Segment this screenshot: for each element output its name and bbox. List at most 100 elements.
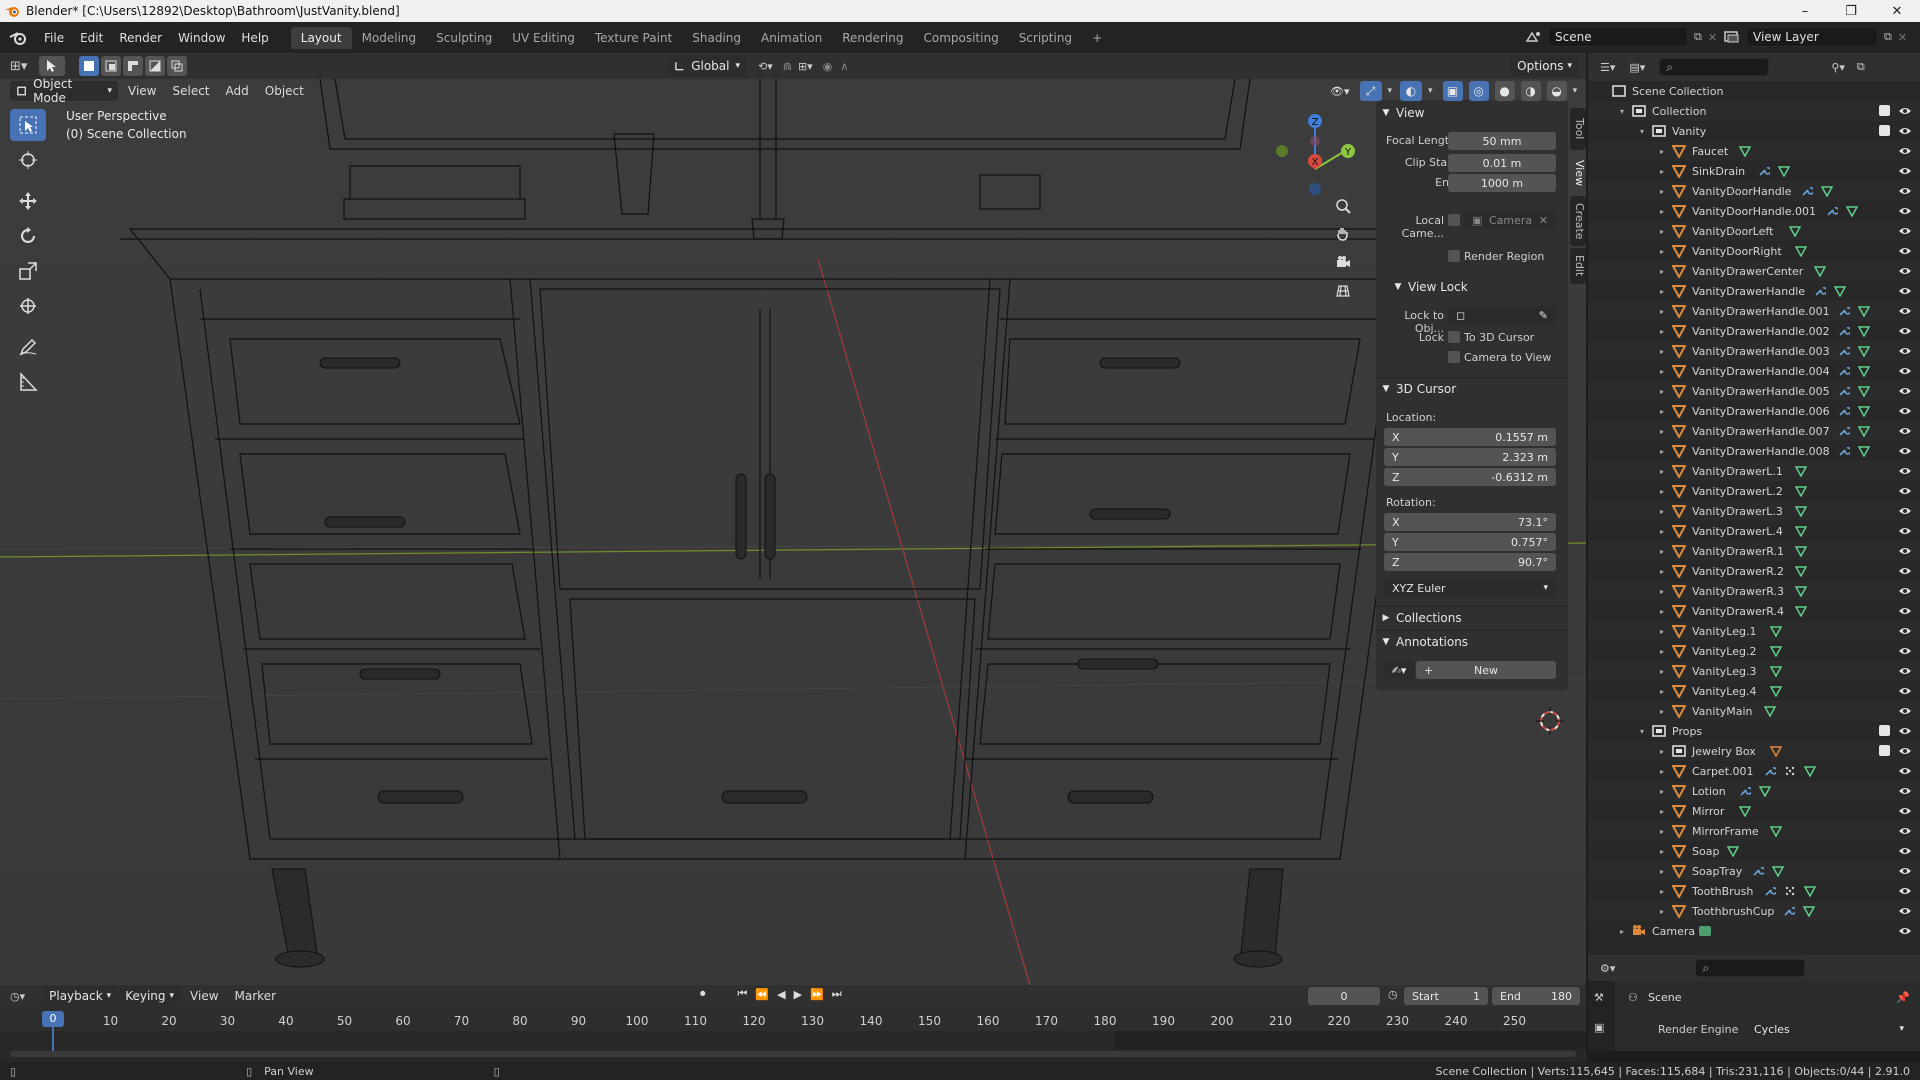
navigation-gizmo[interactable]: Z Y X: [1270, 109, 1360, 199]
outliner-row[interactable]: ▸ Soap: [1588, 841, 1920, 861]
eye-visibility-icon[interactable]: [1898, 666, 1912, 676]
outliner-row[interactable]: ▸ VanityDrawerL.4: [1588, 521, 1920, 541]
eye-visibility-icon[interactable]: [1898, 506, 1912, 516]
transform-tool[interactable]: [10, 290, 46, 322]
collapsed-arrow-icon[interactable]: ▸: [1660, 807, 1664, 816]
mode-dropdown[interactable]: Object Mode ▾: [10, 77, 118, 105]
outliner-row[interactable]: ▸ VanityLeg.1: [1588, 621, 1920, 641]
mesh-data-icon[interactable]: [1770, 685, 1783, 697]
cursor-location-z-field[interactable]: Z -0.6312 m: [1384, 468, 1556, 486]
mesh-data-icon[interactable]: [1858, 385, 1871, 397]
eye-visibility-icon[interactable]: [1898, 826, 1912, 836]
outliner-row[interactable]: ▸ VanityDrawerR.2: [1588, 561, 1920, 581]
modifier-wrench-icon[interactable]: [1838, 345, 1851, 357]
play-icon[interactable]: ▶: [794, 988, 802, 1001]
tab-rendering[interactable]: Rendering: [832, 27, 913, 49]
outliner-editor-type-icon[interactable]: ☰▾: [1600, 61, 1615, 74]
outliner-row[interactable]: ▸ Mirror: [1588, 801, 1920, 821]
eye-visibility-icon[interactable]: [1898, 186, 1912, 196]
mesh-data-icon[interactable]: [1759, 785, 1772, 797]
outliner-row[interactable]: ▾ Collection: [1588, 101, 1920, 121]
collapsed-arrow-icon[interactable]: ▸: [1660, 147, 1664, 156]
eye-visibility-icon[interactable]: [1898, 726, 1912, 736]
outliner-row[interactable]: ▸ VanityDrawerHandle.002: [1588, 321, 1920, 341]
eye-visibility-icon[interactable]: [1898, 926, 1912, 936]
xray-toggle-icon[interactable]: ▣: [1442, 81, 1463, 101]
collapsed-arrow-icon[interactable]: ▸: [1660, 207, 1664, 216]
modifier-wrench-icon[interactable]: [1752, 865, 1764, 877]
view-layer-selector[interactable]: View Layer: [1746, 27, 1878, 47]
collapsed-arrow-icon[interactable]: ▸: [1660, 707, 1664, 716]
eye-visibility-icon[interactable]: [1898, 166, 1912, 176]
viewport-menu-add[interactable]: Add: [218, 84, 257, 98]
timeline-menu-marker[interactable]: Marker: [227, 989, 284, 1003]
outliner-row[interactable]: ▸ VanityDrawerHandle.006: [1588, 401, 1920, 421]
keying-menu[interactable]: Keying ▾: [119, 986, 181, 1006]
outliner-row[interactable]: Scene Collection: [1588, 81, 1920, 101]
tab-uv-editing[interactable]: UV Editing: [502, 27, 585, 49]
particle-system-icon[interactable]: [1784, 885, 1796, 897]
eye-visibility-icon[interactable]: [1898, 746, 1912, 756]
properties-search-input[interactable]: ⌕: [1695, 959, 1806, 977]
collapsed-arrow-icon[interactable]: ▸: [1660, 347, 1664, 356]
modifier-wrench-icon[interactable]: [1814, 285, 1826, 297]
eye-visibility-icon[interactable]: [1898, 686, 1912, 696]
outliner-row[interactable]: ▸ ToothbrushCup: [1588, 901, 1920, 921]
lock-to-object-field[interactable]: ◻ ✎: [1448, 306, 1556, 324]
modifier-wrench-icon[interactable]: [1801, 185, 1814, 197]
mesh-data-icon[interactable]: [1770, 645, 1783, 657]
mesh-data-icon[interactable]: [1846, 205, 1858, 217]
snap-target-icon[interactable]: ⊞▾: [798, 60, 813, 73]
collapsed-arrow-icon[interactable]: ▸: [1660, 907, 1664, 916]
3d-viewport[interactable]: User Perspective (0) Scene Collection Z …: [0, 79, 1586, 1070]
close-button[interactable]: ✕: [1874, 0, 1920, 22]
exclude-checkbox[interactable]: [1879, 725, 1890, 736]
outliner-row[interactable]: ▸ VanityDrawerHandle.003: [1588, 341, 1920, 361]
cursor-tool[interactable]: [10, 144, 46, 176]
maximize-button[interactable]: ❐: [1828, 0, 1874, 22]
mesh-data-icon[interactable]: [1795, 245, 1807, 257]
collapsed-arrow-icon[interactable]: ▸: [1660, 627, 1664, 636]
eye-visibility-icon[interactable]: [1898, 846, 1912, 856]
view-section-header[interactable]: ▼ View: [1376, 102, 1568, 124]
outliner-row[interactable]: ▸ VanityDrawerR.4: [1588, 601, 1920, 621]
menu-render[interactable]: Render: [111, 28, 170, 48]
collapsed-arrow-icon[interactable]: ▸: [1660, 327, 1664, 336]
pin-icon[interactable]: 📌: [1896, 991, 1910, 1004]
render-tab-icon[interactable]: ▣: [1594, 1021, 1604, 1034]
delete-scene-icon[interactable]: ✕: [1708, 31, 1717, 44]
solid-shading-icon[interactable]: ●: [1494, 81, 1515, 101]
modifier-wrench-icon[interactable]: [1764, 765, 1776, 777]
collapsed-arrow-icon[interactable]: ▸: [1620, 927, 1624, 936]
menu-help[interactable]: Help: [233, 28, 276, 48]
play-reverse-icon[interactable]: ◀: [777, 988, 785, 1001]
eye-visibility-icon[interactable]: [1898, 206, 1912, 216]
outliner-row[interactable]: ▸ MirrorFrame: [1588, 821, 1920, 841]
outliner-row[interactable]: ▸ VanityDoorRight: [1588, 241, 1920, 261]
eye-visibility-icon[interactable]: [1898, 266, 1912, 276]
eye-visibility-icon[interactable]: [1898, 466, 1912, 476]
jump-keyframe-back-icon[interactable]: ⏪: [755, 988, 769, 1001]
outliner-row[interactable]: ▸ VanityDoorHandle: [1588, 181, 1920, 201]
eye-visibility-icon[interactable]: [1898, 646, 1912, 656]
modifier-wrench-icon[interactable]: [1838, 425, 1851, 437]
eye-visibility-icon[interactable]: [1898, 446, 1912, 456]
mesh-data-icon[interactable]: [1739, 805, 1752, 817]
mesh-data-icon[interactable]: [1788, 225, 1801, 237]
mesh-data-icon[interactable]: [1795, 525, 1807, 537]
transform-orientation-dropdown[interactable]: Global ▾: [668, 56, 746, 76]
modifier-wrench-icon[interactable]: [1826, 205, 1838, 217]
sidebar-tab-view[interactable]: View: [1570, 152, 1586, 194]
jump-end-icon[interactable]: ⏭: [832, 987, 842, 1001]
collapsed-arrow-icon[interactable]: ▸: [1660, 287, 1664, 296]
current-frame-field[interactable]: 0: [1308, 987, 1380, 1005]
outliner-row[interactable]: ▸ VanityDoorLeft: [1588, 221, 1920, 241]
proportional-edit-icon[interactable]: ◉: [823, 60, 833, 73]
jump-keyframe-forward-icon[interactable]: ⏩: [810, 988, 824, 1001]
mesh-data-icon[interactable]: [1813, 265, 1826, 277]
3d-cursor-section-header[interactable]: ▼ 3D Cursor: [1376, 377, 1568, 399]
mesh-data-icon[interactable]: [1739, 145, 1752, 157]
viewport-menu-object[interactable]: Object: [257, 84, 312, 98]
tab-modeling[interactable]: Modeling: [352, 27, 427, 49]
overlays-toggle-icon[interactable]: ◐: [1400, 81, 1423, 101]
